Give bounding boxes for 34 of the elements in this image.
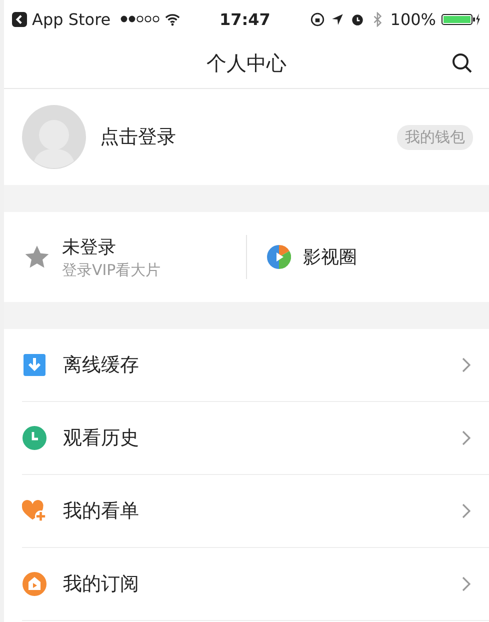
vip-subtitle: 登录VIP看大片	[62, 260, 161, 280]
chevron-icon	[461, 503, 471, 519]
menu-label: 我的看单	[63, 499, 139, 524]
menu-label: 我的订阅	[63, 572, 139, 597]
play-icon	[267, 245, 291, 269]
heart-plus-icon	[22, 499, 47, 523]
alarm-icon	[350, 12, 366, 26]
wifi-icon	[164, 12, 180, 26]
menu-label: 离线缓存	[63, 353, 139, 378]
location-icon	[330, 12, 346, 26]
page-title: 个人中心	[206, 50, 286, 76]
search-icon[interactable]	[451, 52, 473, 74]
vip-status[interactable]: 未登录	[62, 234, 161, 258]
star-icon	[24, 244, 50, 270]
battery-percent: 100%	[390, 10, 436, 28]
back-icon[interactable]	[12, 12, 27, 26]
menu-item[interactable]: 离线缓存	[22, 329, 489, 402]
chevron-icon	[461, 357, 471, 373]
chevron-icon	[461, 576, 471, 592]
menu-label: 观看历史	[63, 426, 139, 451]
menu-item[interactable]: 我的订阅	[22, 548, 489, 621]
status-time: 17:47	[219, 10, 270, 28]
subscribe-icon	[22, 572, 47, 596]
download-icon	[22, 353, 47, 377]
circle-link[interactable]: 影视圈	[303, 245, 357, 269]
signal-icon	[120, 15, 160, 23]
login-link[interactable]: 点击登录	[100, 124, 176, 150]
chevron-icon	[461, 430, 471, 446]
clock-icon	[22, 426, 47, 450]
menu-item[interactable]: 观看历史	[22, 402, 489, 475]
battery-icon	[441, 12, 482, 26]
menu-item[interactable]: 我的看单	[22, 475, 489, 548]
back-label[interactable]: App Store	[32, 10, 111, 28]
rotation-lock-icon	[310, 12, 326, 26]
